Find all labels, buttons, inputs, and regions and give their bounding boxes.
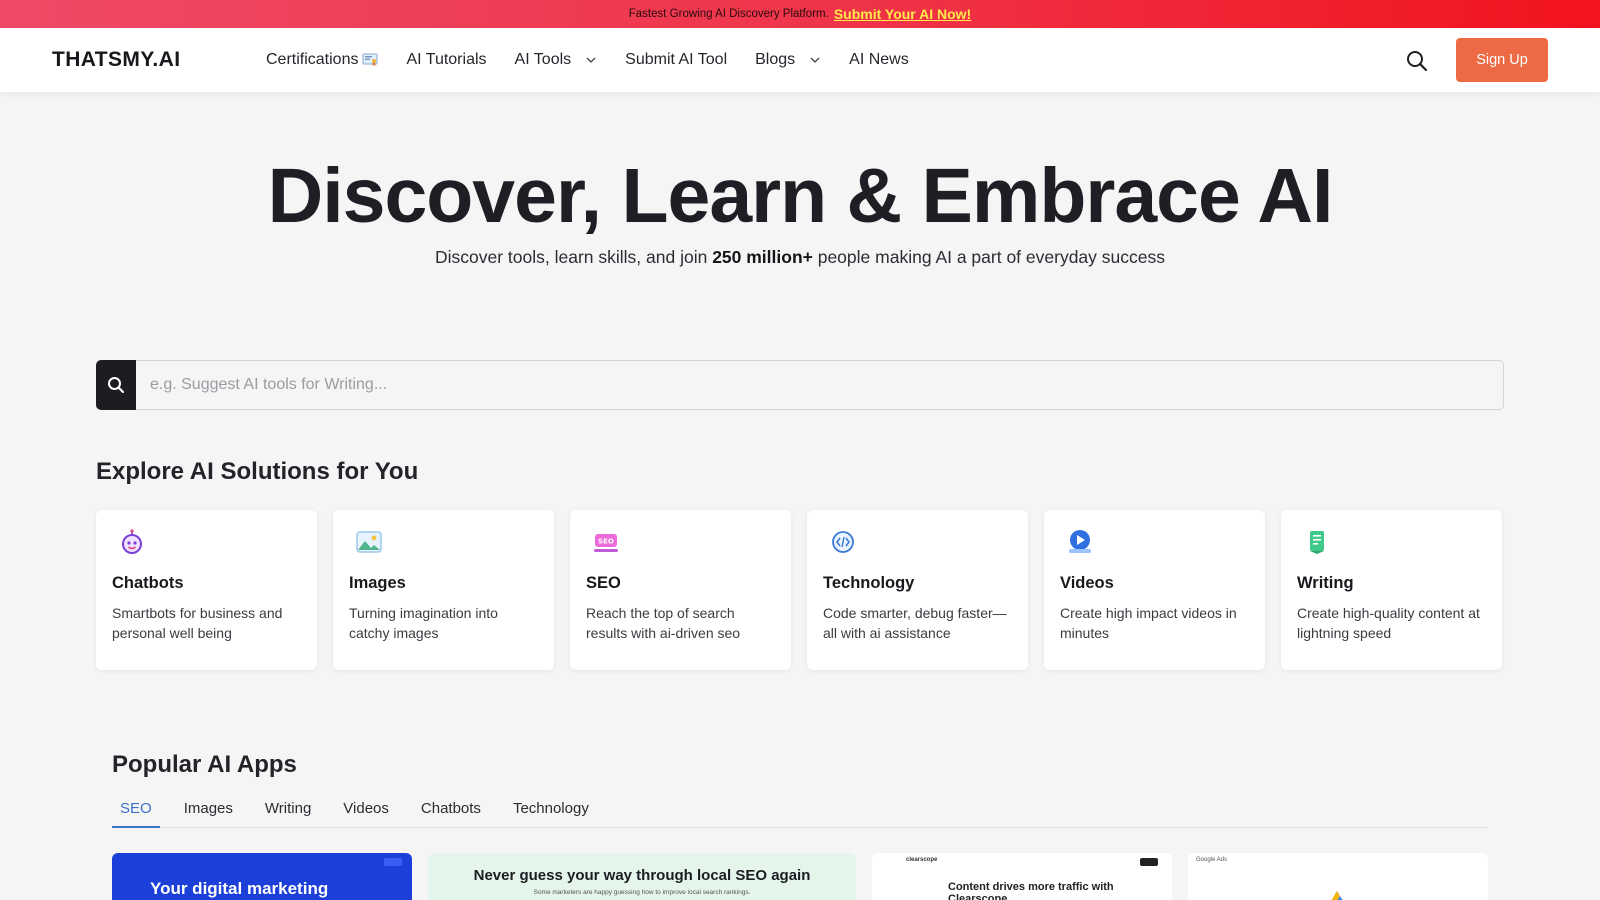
svg-text:SEO: SEO	[598, 538, 614, 546]
user-count: 250 million+	[712, 247, 813, 267]
nav-label: Submit AI Tool	[625, 51, 728, 68]
chevron-down-icon	[586, 57, 596, 63]
nav-label: AI News	[849, 51, 909, 68]
search-input[interactable]	[136, 360, 1504, 410]
writing-icon	[1310, 531, 1324, 554]
tab-seo[interactable]: SEO	[112, 792, 160, 828]
sign-up-button[interactable]: Sign Up	[1456, 38, 1548, 82]
hero-sub-text: people making AI a part of everyday succ…	[812, 247, 1165, 267]
app-headline: Never guess your way through local SEO a…	[473, 867, 811, 884]
nav-ai-news[interactable]: AI News	[849, 51, 909, 69]
site-header: THATSMY.AI Certifications AI Tutorials A…	[0, 28, 1600, 92]
solution-card-technology[interactable]: Technology Code smarter, debug faster—al…	[807, 510, 1028, 670]
tab-technology[interactable]: Technology	[505, 792, 597, 828]
tab-videos[interactable]: Videos	[335, 792, 397, 828]
search-submit-button[interactable]	[96, 360, 136, 410]
app-brand: clearscope	[906, 857, 938, 863]
app-brand: Google Ads	[1196, 857, 1228, 863]
solution-cards: Chatbots Smartbots for business and pers…	[96, 510, 1502, 670]
video-icon	[1069, 530, 1091, 553]
app-card-preview[interactable]: clearscope Content drives more traffic w…	[872, 853, 1172, 900]
tab-chatbots[interactable]: Chatbots	[413, 792, 489, 828]
app-card-preview[interactable]: Google Ads	[1188, 853, 1488, 900]
app-subtext: Some marketers are happy guessing how to…	[533, 889, 751, 896]
mini-signup-button	[384, 858, 402, 866]
solution-card-videos[interactable]: Videos Create high impact videos in minu…	[1044, 510, 1265, 670]
solution-card-chatbots[interactable]: Chatbots Smartbots for business and pers…	[96, 510, 317, 670]
code-icon	[832, 531, 854, 553]
promo-bar: Fastest Growing AI Discovery Platform. S…	[0, 0, 1600, 28]
chevron-down-icon	[810, 57, 820, 63]
card-title: Chatbots	[112, 574, 184, 592]
nav-label: AI Tools	[514, 51, 572, 68]
tab-images[interactable]: Images	[176, 792, 241, 828]
mini-signup-button	[1140, 858, 1158, 866]
seo-icon: SEO	[594, 534, 618, 552]
explore-title: Explore AI Solutions for You	[96, 458, 419, 485]
nav-ai-tutorials[interactable]: AI Tutorials	[406, 51, 486, 69]
card-description: Turning imagination into catchy images	[349, 605, 498, 641]
card-title: Videos	[1060, 574, 1114, 592]
nav-certifications[interactable]: Certifications	[266, 51, 378, 69]
hero-sub-text: Discover tools, learn skills, and join	[434, 247, 713, 267]
app-headline: Your digital marketing	[150, 879, 329, 898]
card-description: Create high-quality content at lightning…	[1297, 605, 1480, 641]
site-logo[interactable]: THATSMY.AI	[52, 48, 180, 72]
nav-label: Blogs	[755, 51, 796, 68]
ai-search-bar	[96, 360, 1504, 410]
app-card-preview[interactable]: Never guess your way through local SEO a…	[428, 853, 856, 900]
main-nav: Certifications AI Tutorials AI Tools Sub…	[266, 28, 937, 92]
card-description: Create high impact videos in minutes	[1060, 605, 1237, 641]
tab-writing[interactable]: Writing	[257, 792, 319, 828]
nav-label: AI Tutorials	[406, 51, 487, 68]
hero-subtitle: Discover tools, learn skills, and join 2…	[0, 247, 1600, 268]
nav-blogs[interactable]: Blogs	[755, 51, 821, 69]
card-title: Technology	[823, 574, 915, 592]
card-description: Smartbots for business and personal well…	[112, 605, 283, 641]
app-headline: Content drives more traffic with Clearsc…	[948, 881, 1114, 900]
card-description: Code smarter, debug faster—all with ai a…	[823, 605, 1007, 641]
google-ads-logo-icon	[1331, 891, 1343, 900]
search-icon	[108, 377, 125, 394]
promo-text: Fastest Growing AI Discovery Platform.	[628, 8, 829, 20]
image-icon	[356, 531, 382, 553]
category-tabs: SEO Images Writing Videos Chatbots Techn…	[112, 792, 1488, 828]
app-card-preview[interactable]: Your digital marketing	[112, 853, 412, 900]
hero-title: Discover, Learn & Embrace AI	[267, 153, 1334, 239]
nav-submit-ai-tool[interactable]: Submit AI Tool	[625, 51, 727, 69]
solution-card-seo[interactable]: SEO SEO Reach the top of search results …	[570, 510, 791, 670]
card-title: Writing	[1297, 574, 1354, 592]
nav-label: Certifications	[266, 51, 359, 68]
certificate-icon	[362, 53, 378, 66]
nav-ai-tools[interactable]: AI Tools	[515, 51, 598, 69]
solution-card-images[interactable]: Images Turning imagination into catchy i…	[333, 510, 554, 670]
chatbot-icon	[122, 529, 142, 554]
app-cards: Your digital marketing Never guess your …	[112, 853, 1488, 900]
popular-apps-title: Popular AI Apps	[112, 751, 297, 778]
search-icon[interactable]	[1404, 48, 1430, 74]
card-title: Images	[349, 574, 406, 592]
card-description: Reach the top of search results with ai-…	[586, 605, 741, 641]
card-title: SEO	[586, 574, 621, 592]
submit-ai-link[interactable]: Submit Your AI Now!	[834, 6, 971, 22]
solution-card-writing[interactable]: Writing Create high-quality content at l…	[1281, 510, 1502, 670]
